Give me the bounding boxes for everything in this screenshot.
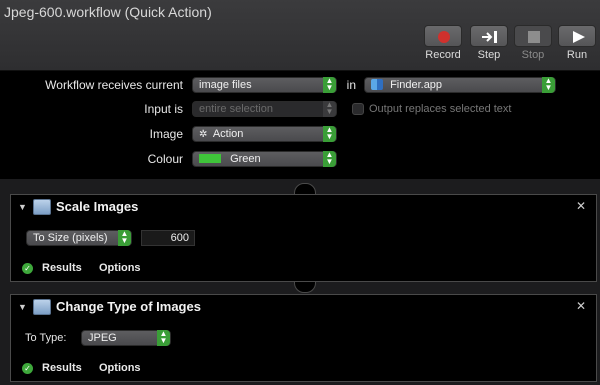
results-tab[interactable]: Results xyxy=(42,362,82,374)
output-replaces-label: Output replaces selected text xyxy=(369,103,512,115)
popup-arrows-icon: ▲ ▼ xyxy=(323,101,336,117)
play-icon xyxy=(573,31,585,43)
colour-swatch xyxy=(199,153,221,163)
app-value: Finder.app xyxy=(390,79,443,91)
finder-icon xyxy=(371,78,383,90)
popup-arrows-icon: ▲ ▼ xyxy=(118,230,131,246)
input-is-value: entire selection xyxy=(199,103,273,115)
action-header: ▼ Scale Images ✕ xyxy=(11,195,596,219)
close-icon[interactable]: ✕ xyxy=(576,199,586,213)
receives-popup[interactable]: image files ▲ ▼ xyxy=(192,77,337,93)
to-type-label: To Type: xyxy=(25,332,67,344)
disclosure-triangle-icon[interactable]: ▼ xyxy=(18,302,27,312)
step-button[interactable] xyxy=(470,25,508,47)
output-replaces-checkbox[interactable] xyxy=(352,103,364,115)
input-is-label: Input is xyxy=(144,102,183,116)
image-label: Image xyxy=(149,127,183,141)
results-tab[interactable]: Results xyxy=(42,262,82,274)
preview-icon xyxy=(33,299,51,315)
popup-arrows-icon: ▲ ▼ xyxy=(323,126,336,142)
workflow-header-panel: Workflow receives current image files ▲ ▼… xyxy=(0,71,600,179)
stop-label: Stop xyxy=(521,49,545,61)
stop-button[interactable] xyxy=(514,25,552,47)
to-type-popup[interactable]: JPEG ▲ ▼ xyxy=(81,330,171,346)
action-change-type: ▼ Change Type of Images ✕ To Type: JPEG … xyxy=(10,294,597,382)
colour-label: Colour xyxy=(147,152,183,166)
gear-icon: ✲ xyxy=(199,129,208,140)
checkmark-icon: ✓ xyxy=(22,263,33,274)
options-tab[interactable]: Options xyxy=(99,362,141,374)
scale-mode-value: To Size (pixels) xyxy=(33,232,108,244)
popup-arrows-icon: ▲ ▼ xyxy=(542,77,555,93)
popup-arrows-icon: ▲ ▼ xyxy=(157,330,170,346)
action-connector xyxy=(294,282,316,293)
step-label: Step xyxy=(477,49,501,61)
record-icon xyxy=(438,31,450,43)
action-title: Scale Images xyxy=(56,199,139,214)
record-label: Record xyxy=(425,49,461,61)
action-title: Change Type of Images xyxy=(56,299,201,314)
size-field[interactable]: 600 xyxy=(141,230,195,246)
disclosure-triangle-icon[interactable]: ▼ xyxy=(18,202,27,212)
checkmark-icon: ✓ xyxy=(22,363,33,374)
popup-arrows-icon: ▲ ▼ xyxy=(323,151,336,167)
run-label: Run xyxy=(566,49,588,61)
action-header: ▼ Change Type of Images ✕ xyxy=(11,295,596,319)
app-popup[interactable]: Finder.app ▲ ▼ xyxy=(364,77,556,93)
receives-label: Workflow receives current xyxy=(45,78,183,92)
step-icon xyxy=(482,31,497,43)
colour-popup[interactable]: Green ▲ ▼ xyxy=(192,151,337,167)
preview-icon xyxy=(33,199,51,215)
action-scale-images: ▼ Scale Images ✕ To Size (pixels) ▲ ▼ 600… xyxy=(10,194,597,282)
colour-value: Green xyxy=(230,153,261,165)
scale-mode-popup[interactable]: To Size (pixels) ▲ ▼ xyxy=(26,230,132,246)
receives-value: image files xyxy=(199,79,252,91)
popup-arrows-icon: ▲ ▼ xyxy=(323,77,336,93)
in-label: in xyxy=(346,78,356,92)
image-popup[interactable]: ✲ Action ▲ ▼ xyxy=(192,126,337,142)
options-tab[interactable]: Options xyxy=(99,262,141,274)
window-titlebar: Jpeg-600.workflow (Quick Action) Record … xyxy=(0,0,600,71)
image-value: Action xyxy=(212,128,244,140)
stop-icon xyxy=(528,31,540,43)
window-title: Jpeg-600.workflow (Quick Action) xyxy=(4,4,212,20)
record-button[interactable] xyxy=(424,25,462,47)
to-type-value: JPEG xyxy=(88,332,117,344)
run-button[interactable] xyxy=(558,25,596,47)
input-is-popup[interactable]: entire selection ▲ ▼ xyxy=(192,101,337,117)
close-icon[interactable]: ✕ xyxy=(576,299,586,313)
